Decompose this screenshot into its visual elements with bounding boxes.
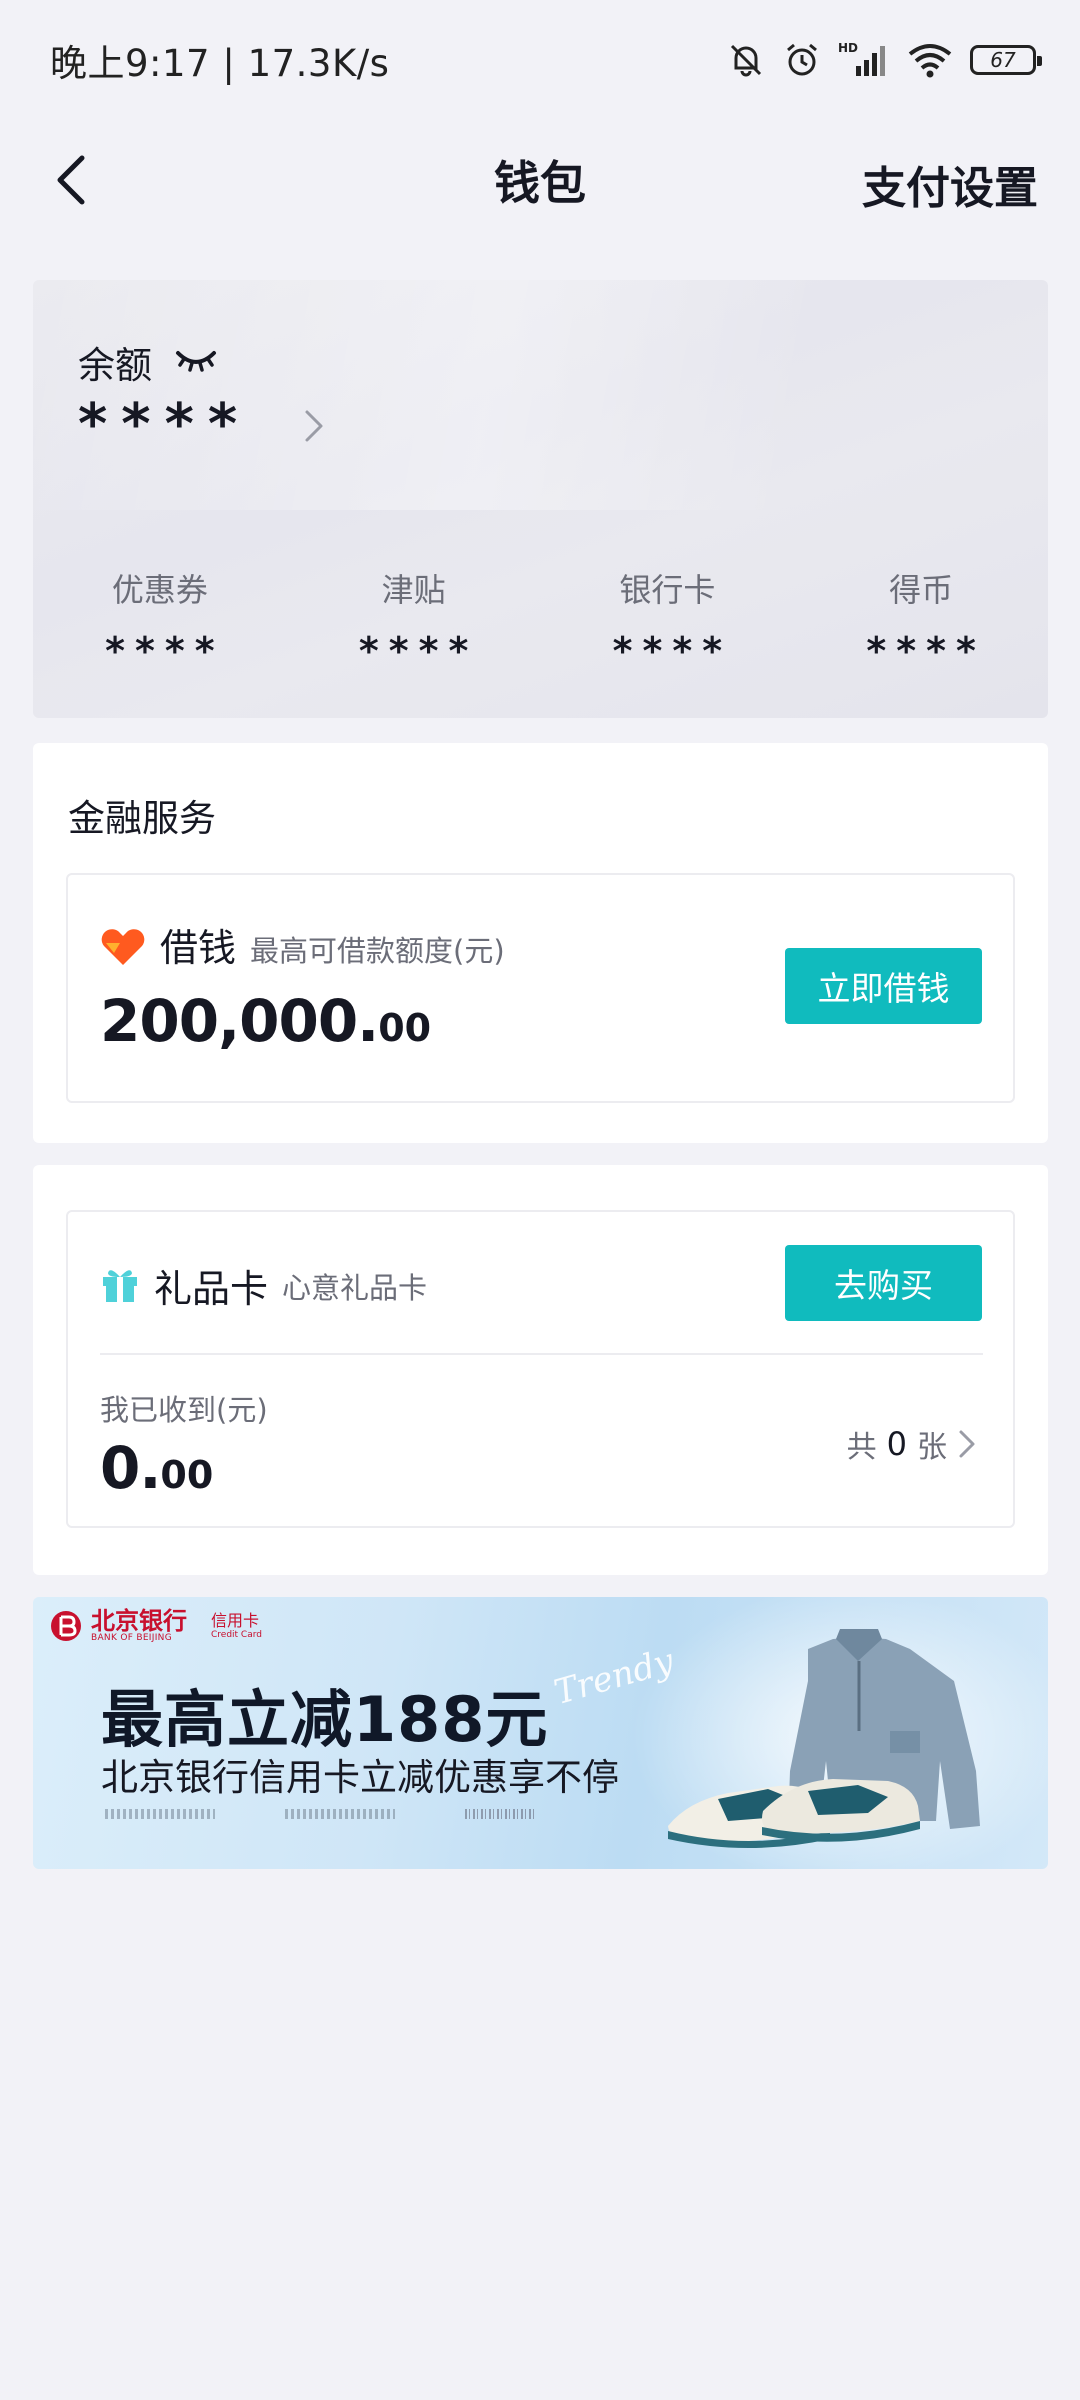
barcode-graphic [465, 1809, 535, 1819]
loan-title: 借钱 [160, 926, 237, 970]
status-time-speed: 晚上9:17 | 17.3K/s [50, 42, 390, 85]
buy-gift-card-button[interactable]: 去购买 [785, 1245, 982, 1321]
svg-text:HD: HD [838, 41, 858, 55]
loan-subtitle: 最高可借款额度(元) [250, 934, 505, 968]
count-suffix: 张 [917, 1430, 947, 1465]
bank-name-en: BANK OF BEIJING [91, 1633, 172, 1643]
nav-bar: 钱包 支付设置 [0, 120, 1080, 240]
balance-header: 余额 [78, 335, 218, 389]
asset-label: 得币 [889, 571, 954, 609]
credit-card-tag-cn: 信用卡 [211, 1611, 260, 1630]
count-prefix: 共 [846, 1430, 877, 1465]
bell-off-icon [726, 40, 766, 80]
asset-value: **** [612, 629, 733, 673]
alarm-icon [782, 40, 822, 80]
balance-card: 余额 **** 优惠券 **** 津贴 **** 银行卡 **** 得币 ***… [33, 280, 1048, 718]
asset-label: 银行卡 [619, 571, 716, 609]
fine-print-block [285, 1809, 395, 1819]
loan-card[interactable]: 借钱 最高可借款额度(元) 200,000.00 立即借钱 [66, 873, 1015, 1103]
gift-icon [100, 1264, 140, 1308]
loan-amount-decimal: 00 [378, 1006, 432, 1050]
gift-card: 礼品卡 心意礼品卡 去购买 我已收到(元) 0.00 共 0 张 [66, 1210, 1015, 1528]
received-amount-decimal: 00 [160, 1453, 214, 1497]
gift-card-section: 礼品卡 心意礼品卡 去购买 我已收到(元) 0.00 共 0 张 [33, 1165, 1048, 1575]
loan-header: 借钱 最高可借款额度(元) [100, 917, 505, 972]
gift-card-subtitle: 心意礼品卡 [282, 1270, 428, 1305]
asset-value: **** [105, 629, 225, 673]
borrow-now-button[interactable]: 立即借钱 [785, 948, 982, 1024]
jacket-and-sneakers-image [668, 1629, 980, 1848]
back-button[interactable] [40, 148, 104, 212]
divider [100, 1353, 983, 1355]
status-icons: HD 67 [726, 40, 1042, 80]
finance-services-section: 金融服务 借钱 最高可借款额度(元) 200,000.00 立即借钱 [33, 743, 1048, 1143]
battery-indicator: 67 [970, 45, 1042, 75]
banner-subtitle: 北京银行信用卡立减优惠享不停 [101, 1756, 619, 1799]
bank-name: 北京银行 BANK OF BEIJING [91, 1609, 187, 1643]
gift-card-title: 礼品卡 [154, 1267, 269, 1311]
balance-value-row[interactable]: **** [78, 392, 251, 457]
asset-coins[interactable]: 得币 **** [794, 565, 1048, 673]
status-bar: 晚上9:17 | 17.3K/s HD 67 [0, 0, 1080, 120]
credit-card-tag-en: Credit Card [211, 1630, 262, 1640]
wifi-icon [906, 40, 954, 80]
bank-logo-icon [51, 1611, 81, 1641]
heart-icon [100, 927, 146, 971]
asset-label: 优惠券 [111, 571, 208, 609]
balance-label: 余额 [78, 344, 152, 387]
received-label: 我已收到(元) [100, 1393, 268, 1427]
asset-coupons[interactable]: 优惠券 **** [33, 565, 287, 673]
banner-title: 最高立减188元 [101, 1683, 549, 1756]
asset-value: **** [358, 629, 479, 673]
chevron-right-icon [959, 1430, 975, 1458]
asset-value: **** [866, 629, 986, 673]
fine-print-block [105, 1809, 215, 1819]
section-title: 金融服务 [68, 797, 216, 840]
promo-banner[interactable]: 北京银行 BANK OF BEIJING 信用卡 Credit Card 最高立… [33, 1597, 1048, 1869]
bank-name-cn: 北京银行 [91, 1607, 187, 1635]
count-value: 0 [886, 1425, 907, 1463]
loan-amount-integer: 200,000. [100, 987, 379, 1055]
loan-amount: 200,000.00 [100, 987, 431, 1055]
credit-card-tag: 信用卡 Credit Card [211, 1611, 262, 1641]
chevron-right-icon[interactable] [303, 408, 325, 448]
balance-value: **** [78, 392, 252, 457]
received-amount: 0.00 [100, 1434, 213, 1502]
eye-closed-icon[interactable] [174, 345, 218, 379]
banner-fine-print [105, 1809, 535, 1819]
page-title: 钱包 [494, 156, 586, 210]
assets-row: 优惠券 **** 津贴 **** 银行卡 **** 得币 **** [33, 565, 1048, 673]
payment-settings-button[interactable]: 支付设置 [862, 152, 1038, 216]
gift-card-header: 礼品卡 心意礼品卡 [100, 1258, 427, 1313]
signal-icon: HD [838, 40, 890, 80]
chevron-left-icon [57, 155, 85, 205]
bank-logo: 北京银行 BANK OF BEIJING 信用卡 Credit Card [49, 1609, 262, 1643]
asset-bank-cards[interactable]: 银行卡 **** [541, 565, 795, 673]
asset-allowance[interactable]: 津贴 **** [287, 565, 541, 673]
asset-label: 津贴 [381, 571, 446, 609]
gift-card-count-link[interactable]: 共 0 张 [847, 1422, 977, 1466]
received-amount-integer: 0. [100, 1434, 161, 1502]
